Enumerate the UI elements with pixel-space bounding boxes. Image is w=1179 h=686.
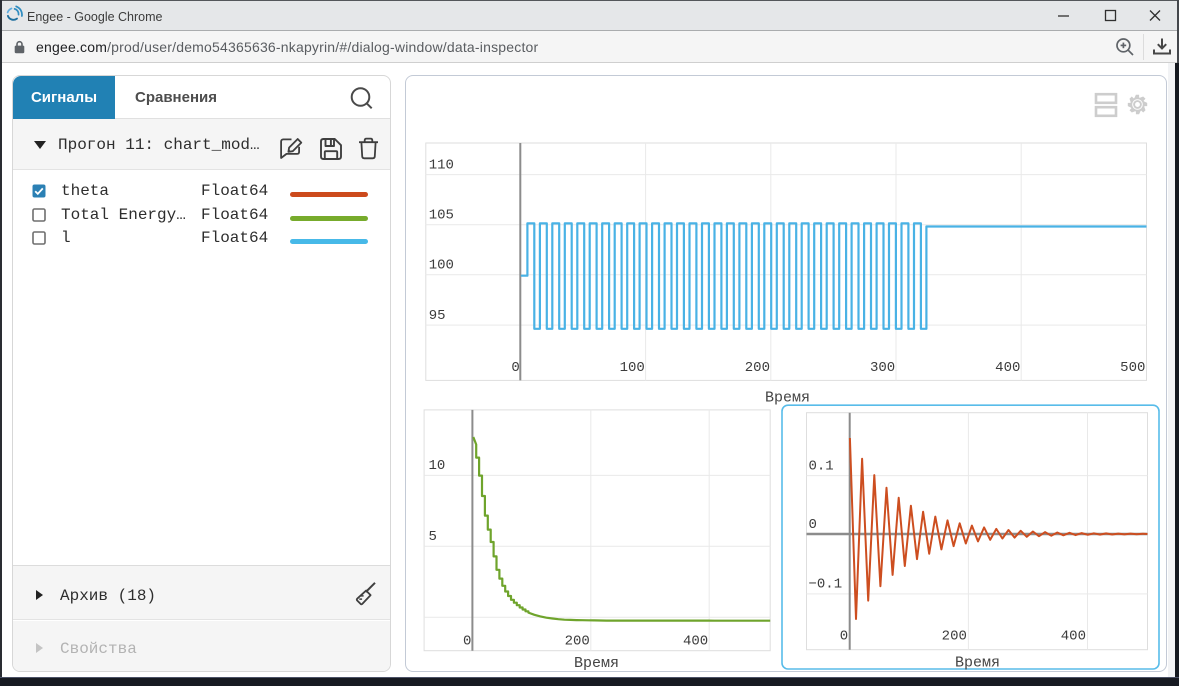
svg-text:Время: Время: [574, 655, 619, 672]
svg-text:100: 100: [429, 258, 454, 274]
svg-text:0: 0: [511, 360, 519, 376]
svg-text:0.1: 0.1: [809, 458, 834, 474]
svg-text:Время: Время: [765, 390, 810, 407]
svg-text:0: 0: [463, 634, 471, 650]
svg-text:0: 0: [840, 629, 848, 645]
svg-text:100: 100: [620, 360, 645, 376]
svg-text:−0.1: −0.1: [809, 577, 843, 593]
svg-text:200: 200: [942, 629, 967, 645]
svg-text:95: 95: [429, 308, 446, 324]
svg-text:Время: Время: [955, 655, 1000, 672]
svg-text:200: 200: [565, 634, 590, 650]
svg-text:400: 400: [1061, 629, 1086, 645]
svg-text:400: 400: [995, 360, 1020, 376]
svg-text:105: 105: [429, 208, 454, 224]
svg-text:500: 500: [1120, 360, 1145, 376]
svg-text:300: 300: [870, 360, 895, 376]
svg-text:5: 5: [429, 529, 437, 545]
svg-text:10: 10: [429, 458, 446, 474]
svg-text:200: 200: [745, 360, 770, 376]
svg-text:110: 110: [429, 157, 454, 173]
svg-text:0: 0: [809, 517, 817, 533]
svg-text:400: 400: [683, 634, 708, 650]
